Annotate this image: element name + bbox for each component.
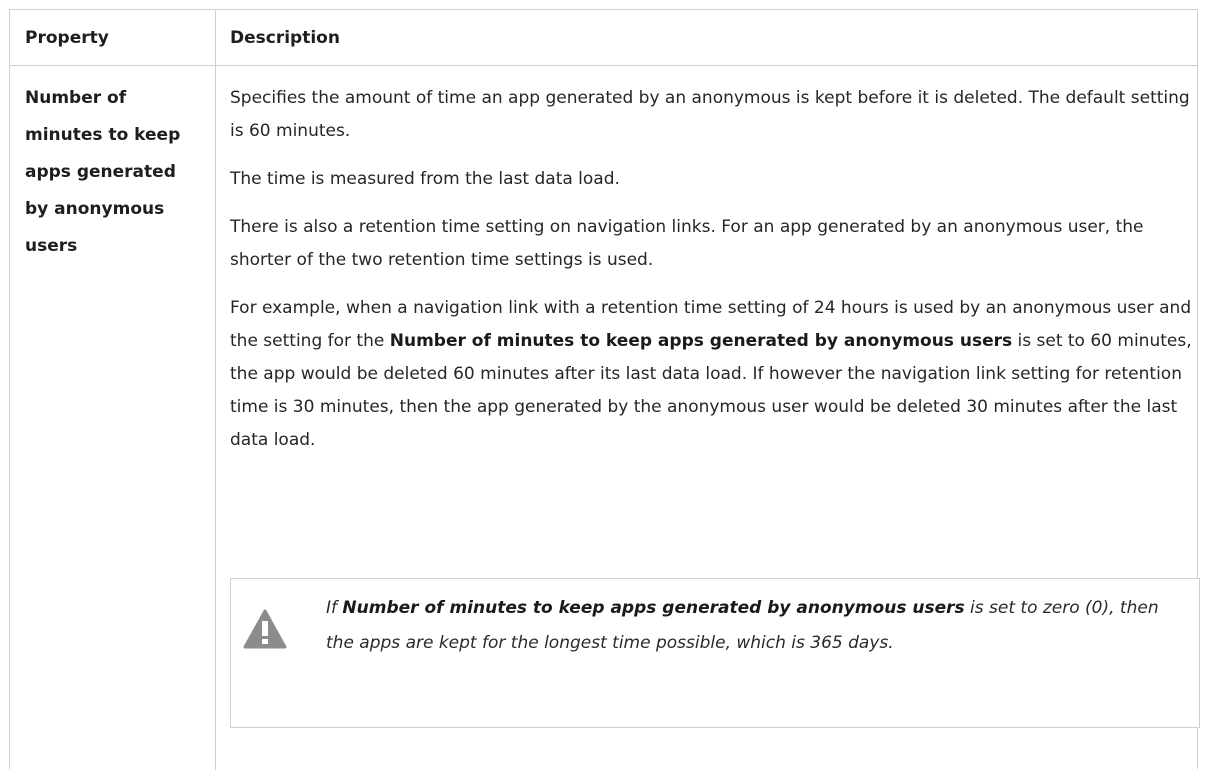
bold-setting-name: Number of minutes to keep apps generated… bbox=[389, 331, 1013, 351]
property-name: Number of minutes to keep apps generated… bbox=[25, 88, 181, 256]
text-run: If bbox=[326, 598, 343, 618]
description-paragraph: For example, when a navigation link with… bbox=[230, 292, 1195, 457]
header-property: Property bbox=[25, 28, 109, 48]
column-divider bbox=[215, 10, 216, 770]
header-description: Description bbox=[230, 28, 340, 48]
description-cell: Specifies the amount of time an app gene… bbox=[230, 82, 1195, 457]
warning-note: If Number of minutes to keep apps genera… bbox=[230, 578, 1200, 728]
warning-icon bbox=[243, 609, 287, 649]
description-paragraph: The time is measured from the last data … bbox=[230, 169, 620, 189]
description-paragraph: Specifies the amount of time an app gene… bbox=[230, 88, 1190, 141]
warning-note-text: If Number of minutes to keep apps genera… bbox=[326, 591, 1186, 661]
description-paragraph: There is also a retention time setting o… bbox=[230, 217, 1144, 270]
table-header-row: Property Description bbox=[10, 10, 1197, 66]
bold-setting-name: Number of minutes to keep apps generated… bbox=[342, 598, 965, 618]
